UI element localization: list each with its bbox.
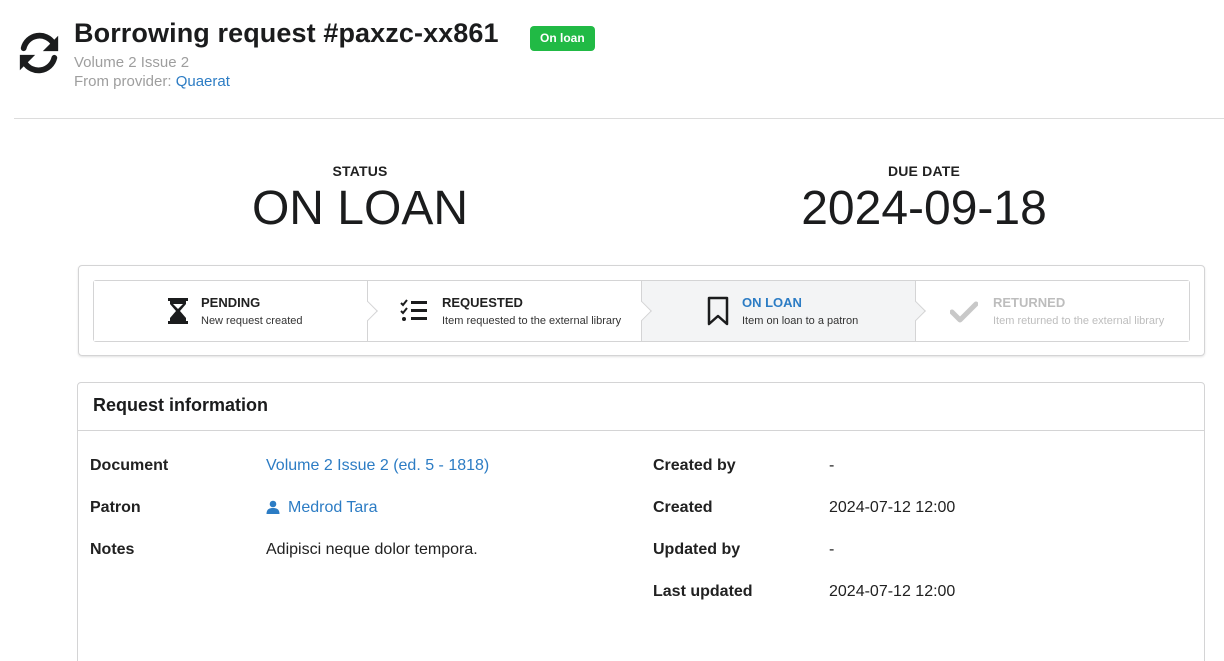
request-information-heading: Request information	[78, 383, 1204, 431]
due-date-label: DUE DATE	[887, 163, 961, 179]
step-returned: RETURNED Item returned to the external l…	[916, 281, 1189, 341]
step-pending-desc: New request created	[201, 315, 303, 327]
page-header: Borrowing request #paxzc-xx861 On loan V…	[0, 0, 1224, 119]
last-updated-label: Last updated	[653, 583, 753, 600]
step-requested: REQUESTED Item requested to the external…	[368, 281, 652, 341]
step-returned-title: RETURNED	[993, 295, 1066, 310]
checklist-icon	[400, 299, 427, 321]
provider-link[interactable]: Quaerat	[176, 73, 230, 90]
page-subtitle: Volume 2 Issue 2	[74, 54, 190, 71]
provider-label: From provider:	[74, 73, 172, 90]
step-pending-title: PENDING	[201, 295, 261, 310]
created-by-value: -	[829, 457, 835, 474]
status-statistic: STATUS ON LOAN	[160, 163, 560, 237]
step-on-loan-desc: Item on loan to a patron	[742, 315, 859, 327]
step-requested-desc: Item requested to the external library	[442, 315, 622, 327]
document-link[interactable]: Volume 2 Issue 2 (ed. 5 - 1818)	[266, 457, 489, 475]
patron-label: Patron	[90, 499, 141, 516]
step-returned-desc: Item returned to the external library	[993, 315, 1165, 327]
status-steps: PENDING New request created REQUESTED It…	[93, 280, 1190, 342]
created-value: 2024-07-12 12:00	[829, 499, 956, 516]
updated-by-value: -	[829, 541, 835, 558]
sync-icon	[19, 32, 59, 74]
user-icon	[266, 500, 280, 514]
provider-line: From provider: Quaerat	[74, 73, 230, 90]
due-date-value: 2024-09-18	[801, 182, 1047, 235]
notes-value: Adipisci neque dolor tempora.	[266, 541, 478, 558]
step-pending: PENDING New request created	[94, 281, 378, 341]
updated-by-label: Updated by	[653, 541, 741, 558]
step-requested-title: REQUESTED	[442, 295, 523, 310]
hourglass-icon	[168, 298, 188, 324]
bookmark-icon	[707, 296, 729, 326]
patron-name: Medrod Tara	[288, 499, 378, 516]
request-information-panel: Request information Document Volume 2 Is…	[77, 382, 1205, 661]
step-on-loan-title: ON LOAN	[742, 295, 802, 310]
step-on-loan: ON LOAN Item on loan to a patron	[642, 281, 926, 341]
status-label: STATUS	[332, 163, 388, 179]
check-icon	[950, 301, 978, 323]
status-badge: On loan	[530, 26, 595, 51]
patron-link[interactable]: Medrod Tara	[266, 499, 378, 517]
page-title: Borrowing request #paxzc-xx861	[74, 18, 499, 48]
created-label: Created	[653, 499, 713, 516]
header-divider	[14, 118, 1224, 119]
notes-label: Notes	[90, 541, 135, 558]
document-label: Document	[90, 457, 169, 474]
status-value: ON LOAN	[251, 182, 469, 235]
due-date-statistic: DUE DATE 2024-09-18	[724, 163, 1124, 237]
last-updated-value: 2024-07-12 12:00	[829, 583, 956, 600]
created-by-label: Created by	[653, 457, 736, 474]
